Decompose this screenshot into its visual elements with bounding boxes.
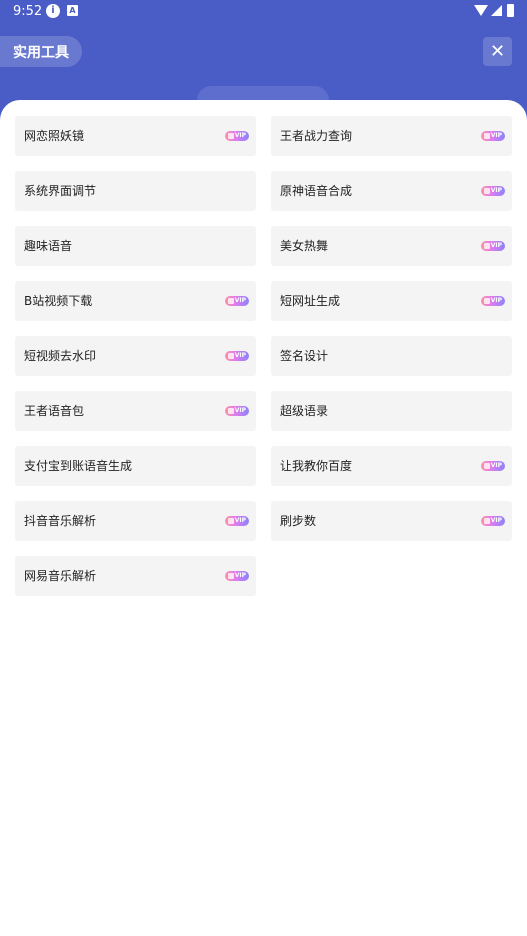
vip-badge-text: VIP [490, 187, 502, 194]
vip-badge-text: VIP [490, 517, 502, 524]
crown-icon [484, 133, 490, 139]
crown-icon [484, 298, 490, 304]
tool-item[interactable]: 美女热舞 VIP [271, 226, 512, 266]
tool-item[interactable]: 网易音乐解析 VIP [15, 556, 256, 596]
tool-label: 短视频去水印 [24, 349, 97, 363]
tool-item[interactable]: B站视频下载 VIP [15, 281, 256, 321]
vip-badge: VIP [225, 516, 249, 526]
tool-item[interactable]: 支付宝到账语音生成 [15, 446, 256, 486]
tool-label: 网恋照妖镜 [24, 129, 85, 143]
vip-badge: VIP [225, 351, 249, 361]
tool-item[interactable]: 短视频去水印 VIP [15, 336, 256, 376]
page-title: 实用工具 [0, 36, 82, 67]
vip-badge: VIP [481, 296, 505, 306]
vip-badge-text: VIP [234, 132, 246, 139]
crown-icon [484, 518, 490, 524]
close-icon: ✕ [489, 41, 506, 62]
tool-label: 短网址生成 [280, 294, 341, 308]
vip-badge: VIP [481, 516, 505, 526]
tool-label: 系统界面调节 [24, 184, 97, 198]
tool-label: 刷步数 [280, 514, 317, 528]
vip-badge: VIP [225, 406, 249, 416]
tool-item[interactable]: 签名设计 [271, 336, 512, 376]
crown-icon [228, 298, 234, 304]
vip-badge-text: VIP [490, 242, 502, 249]
tool-label: 抖音音乐解析 [24, 514, 97, 528]
tool-item[interactable]: 王者语音包 VIP [15, 391, 256, 431]
tool-item[interactable]: 超级语录 [271, 391, 512, 431]
vip-badge: VIP [481, 461, 505, 471]
vip-badge: VIP [481, 241, 505, 251]
close-button[interactable]: ✕ [483, 37, 512, 66]
vip-badge-text: VIP [234, 572, 246, 579]
tool-item[interactable]: 王者战力查询 VIP [271, 116, 512, 156]
vip-badge: VIP [225, 571, 249, 581]
tool-item[interactable]: 原神语音合成 VIP [271, 171, 512, 211]
a-notification-icon: A [67, 5, 78, 16]
tool-item[interactable]: 网恋照妖镜 VIP [15, 116, 256, 156]
tools-panel: 网恋照妖镜 VIP 王者战力查询 VIP 系统界面调节 原神语音合成 VIP 趣味语音 美女热舞… [0, 100, 527, 936]
vip-badge-text: VIP [234, 297, 246, 304]
vip-badge-text: VIP [234, 352, 246, 359]
vip-badge: VIP [481, 186, 505, 196]
tool-label: 网易音乐解析 [24, 569, 97, 583]
signal-icon [491, 5, 502, 16]
tool-label: 原神语音合成 [280, 184, 353, 198]
status-bar: 9:52 i A [0, 0, 527, 24]
tool-label: 趣味语音 [24, 239, 73, 253]
crown-icon [228, 353, 234, 359]
wifi-icon [474, 5, 488, 16]
vip-badge: VIP [225, 296, 249, 306]
tool-label: 王者语音包 [24, 404, 85, 418]
crown-icon [228, 133, 234, 139]
info-icon: i [46, 4, 60, 18]
tool-item[interactable]: 趣味语音 [15, 226, 256, 266]
crown-icon [228, 573, 234, 579]
vip-badge-text: VIP [234, 517, 246, 524]
crown-icon [484, 463, 490, 469]
tool-item[interactable]: 短网址生成 VIP [271, 281, 512, 321]
crown-icon [228, 518, 234, 524]
tool-item[interactable]: 让我教你百度 VIP [271, 446, 512, 486]
tool-label: 超级语录 [280, 404, 329, 418]
vip-badge: VIP [225, 131, 249, 141]
tool-label: 签名设计 [280, 349, 329, 363]
tool-item[interactable]: 刷步数 VIP [271, 501, 512, 541]
vip-badge-text: VIP [490, 297, 502, 304]
battery-icon [507, 4, 514, 17]
crown-icon [484, 188, 490, 194]
vip-badge: VIP [481, 131, 505, 141]
tool-label: 支付宝到账语音生成 [24, 459, 133, 473]
tool-label: 美女热舞 [280, 239, 329, 253]
tool-label: 王者战力查询 [280, 129, 353, 143]
tool-item[interactable]: 系统界面调节 [15, 171, 256, 211]
status-time: 9:52 [13, 4, 43, 19]
tool-label: B站视频下载 [24, 294, 93, 308]
tool-label: 让我教你百度 [280, 459, 353, 473]
vip-badge-text: VIP [490, 132, 502, 139]
crown-icon [228, 408, 234, 414]
vip-badge-text: VIP [234, 407, 246, 414]
vip-badge-text: VIP [490, 462, 502, 469]
tool-item[interactable]: 抖音音乐解析 VIP [15, 501, 256, 541]
crown-icon [484, 243, 490, 249]
